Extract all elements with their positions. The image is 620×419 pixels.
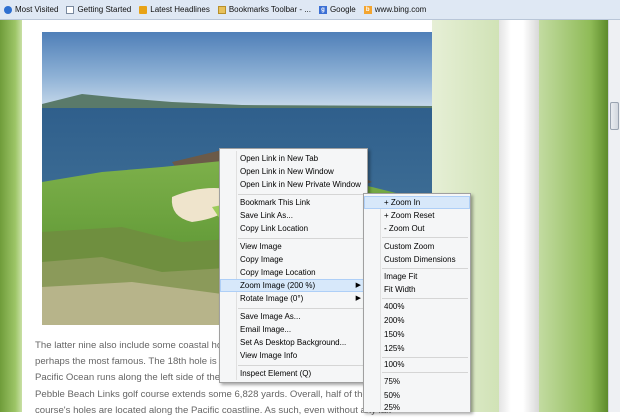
bookmark-label: Latest Headlines [150, 5, 210, 14]
bookmark-label: www.bing.com [374, 5, 427, 14]
rss-icon [139, 5, 148, 14]
menu-inspect-element[interactable]: Inspect Element (Q) [220, 367, 367, 380]
menu-open-link-new-window[interactable]: Open Link in New Window [220, 165, 367, 178]
submenu-zoom-150[interactable]: 150% [364, 328, 470, 341]
submenu-zoom-in[interactable]: + Zoom In [364, 196, 470, 209]
google-icon: g [318, 5, 327, 14]
vertical-scrollbar[interactable] [608, 20, 620, 412]
paragraph-line: Pebble Beach Links golf course extends s… [35, 389, 386, 400]
submenu-zoom-125[interactable]: 125% [364, 342, 470, 355]
bookmark-label: Getting Started [77, 5, 132, 14]
paragraph-line: course's holes are located along the Pac… [35, 405, 391, 416]
bookmark-label: Most Visited [15, 5, 59, 14]
menu-view-image-info[interactable]: View Image Info [220, 349, 367, 362]
menu-open-link-private-window[interactable]: Open Link in New Private Window [220, 178, 367, 191]
bookmark-latest-headlines[interactable]: Latest Headlines [139, 5, 210, 14]
bookmarks-toolbar: Most Visited Getting Started Latest Head… [0, 0, 620, 20]
submenu-custom-zoom[interactable]: Custom Zoom [364, 240, 470, 253]
bookmark-most-visited[interactable]: Most Visited [4, 5, 58, 14]
submenu-custom-dimensions[interactable]: Custom Dimensions [364, 253, 470, 266]
menu-save-link-as[interactable]: Save Link As... [220, 209, 367, 222]
chevron-right-icon: ▶ [355, 282, 361, 289]
menu-rotate-image[interactable]: Rotate Image (0°) ▶ [220, 292, 367, 305]
submenu-zoom-25[interactable]: 25% [364, 401, 470, 414]
menu-rotate-image-label: Rotate Image (0°) [240, 294, 304, 303]
menu-copy-image-location[interactable]: Copy Image Location [220, 266, 367, 279]
menu-separator [382, 298, 468, 299]
menu-copy-image[interactable]: Copy Image [220, 253, 367, 266]
submenu-image-fit[interactable]: Image Fit [364, 270, 470, 283]
menu-separator [238, 194, 365, 195]
zoom-submenu: + Zoom In + Zoom Reset - Zoom Out Custom… [363, 193, 471, 412]
menu-bookmark-link[interactable]: Bookmark This Link [220, 196, 367, 209]
scrollbar-thumb[interactable] [610, 102, 619, 130]
menu-copy-link-location[interactable]: Copy Link Location [220, 222, 367, 235]
page-icon [66, 5, 75, 14]
menu-separator [238, 365, 365, 366]
submenu-zoom-200[interactable]: 200% [364, 314, 470, 327]
page-background-left [0, 20, 22, 412]
star-icon [4, 5, 12, 14]
bookmark-google[interactable]: g Google [318, 5, 356, 14]
flagstick-post-decoration [499, 20, 539, 412]
bookmark-label: Google [329, 5, 356, 14]
submenu-zoom-reset[interactable]: + Zoom Reset [364, 209, 470, 222]
bing-icon: b [363, 5, 372, 14]
bookmark-label: Bookmarks Toolbar - ... [228, 5, 311, 14]
bookmark-getting-started[interactable]: Getting Started [66, 5, 131, 14]
submenu-zoom-out[interactable]: - Zoom Out [364, 222, 470, 235]
chevron-right-icon: ▶ [355, 295, 361, 302]
submenu-zoom-75[interactable]: 75% [364, 375, 470, 388]
submenu-zoom-400[interactable]: 400% [364, 300, 470, 313]
bookmark-bookmarks-toolbar[interactable]: Bookmarks Toolbar - ... [217, 5, 311, 14]
context-menu: Open Link in New Tab Open Link in New Wi… [219, 148, 368, 383]
menu-zoom-image-label: Zoom Image (200 %) [240, 281, 316, 290]
article-paragraph-2: Pebble Beach Links golf course extends s… [35, 387, 395, 419]
menu-save-image-as[interactable]: Save Image As... [220, 310, 367, 323]
firefox-icon [217, 5, 226, 14]
menu-view-image[interactable]: View Image [220, 240, 367, 253]
submenu-zoom-100[interactable]: 100% [364, 358, 470, 371]
menu-set-desktop-background[interactable]: Set As Desktop Background... [220, 336, 367, 349]
submenu-fit-width[interactable]: Fit Width [364, 283, 470, 296]
bookmark-bing[interactable]: b www.bing.com [363, 5, 427, 14]
menu-open-link-new-tab[interactable]: Open Link in New Tab [220, 152, 367, 165]
menu-separator [238, 238, 365, 239]
menu-zoom-image[interactable]: Zoom Image (200 %) ▶ [220, 279, 367, 292]
menu-separator [382, 372, 468, 373]
menu-separator [238, 308, 365, 309]
menu-separator [382, 268, 468, 269]
menu-separator [382, 237, 468, 238]
menu-email-image[interactable]: Email Image... [220, 323, 367, 336]
